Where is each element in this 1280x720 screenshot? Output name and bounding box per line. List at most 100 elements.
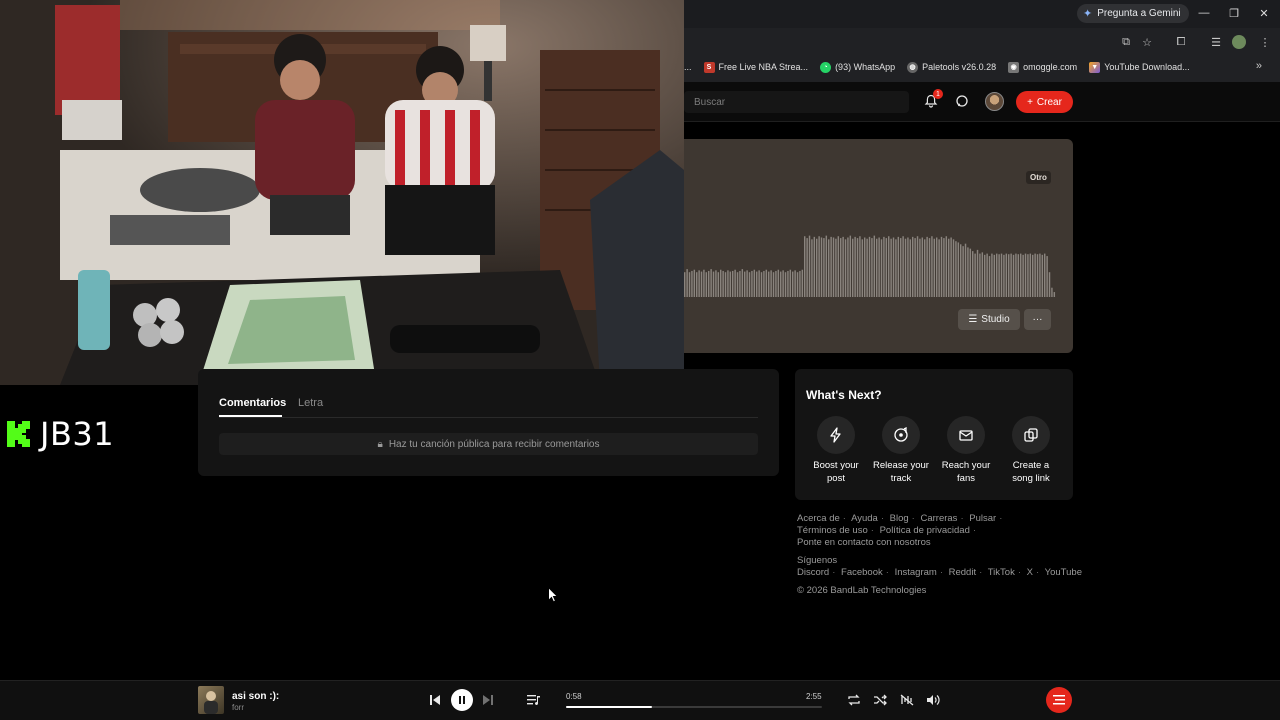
pause-button[interactable] [451, 689, 473, 711]
track-cover[interactable] [198, 686, 224, 714]
waveform-bar [964, 243, 967, 297]
waveform-bar [717, 272, 720, 297]
footer-link[interactable]: Política de privacidad [880, 525, 970, 536]
progress-fill [566, 706, 652, 708]
profile-avatar-icon[interactable] [1232, 35, 1246, 49]
waveform-bar [974, 253, 976, 297]
search-input[interactable]: Buscar [684, 91, 909, 113]
social-link[interactable]: Facebook [841, 567, 883, 578]
previous-icon[interactable] [425, 690, 445, 710]
waveform-bar [729, 271, 732, 297]
bookmark-item[interactable]: ◉ omoggle.com [1008, 61, 1077, 73]
waveform-bar [878, 237, 880, 297]
boost-post-action[interactable]: Boost your post [803, 416, 869, 485]
waveform-bar [1020, 253, 1022, 297]
waveform[interactable] [684, 235, 1056, 297]
social-link[interactable]: YouTube [1045, 567, 1082, 578]
waveform-bar [710, 269, 712, 297]
gemini-button[interactable]: ✦ Pregunta a Gemini [1077, 4, 1189, 23]
kick-logo-icon [7, 421, 30, 447]
waveform-bar [691, 270, 693, 297]
waveform-bar [811, 239, 813, 297]
footer-link[interactable]: Blog [890, 513, 909, 524]
waveform-bar [996, 253, 998, 297]
progress-bar[interactable] [566, 706, 822, 708]
bookmark-star-icon[interactable]: ☆ [1138, 33, 1156, 51]
waveform-bar [806, 238, 808, 297]
footer-link[interactable]: Ponte en contacto con nosotros [797, 537, 931, 548]
bookmark-item[interactable]: ▼ YouTube Download... [1089, 61, 1190, 73]
waveform-bar [854, 236, 856, 297]
player-menu-button[interactable] [1046, 687, 1072, 713]
waveform-bar [715, 270, 717, 297]
bookmark-item[interactable]: S Free Live NBA Strea... [703, 61, 808, 73]
kebab-menu-icon[interactable]: ⋮ [1256, 33, 1274, 51]
release-icon [882, 416, 920, 454]
footer-link[interactable]: Pulsar [969, 513, 996, 524]
bookmark-overflow-left[interactable]: ... [684, 62, 692, 72]
waveform-bar [804, 236, 806, 297]
waveform-bar [948, 238, 950, 297]
autoplay-off-icon[interactable] [897, 690, 917, 710]
waveform-bar [823, 238, 825, 297]
waveform-bar [789, 269, 792, 297]
waveform-bar [753, 269, 756, 297]
waveform-bar [1051, 287, 1053, 297]
waveform-bar [907, 237, 909, 297]
next-icon[interactable] [478, 690, 498, 710]
footer-link[interactable]: Carreras [920, 513, 957, 524]
reading-list-icon[interactable]: ☰ [1207, 33, 1225, 51]
volume-icon[interactable] [923, 690, 943, 710]
tab-comments[interactable]: Comentarios [219, 397, 286, 409]
bookmarks-more-icon[interactable]: » [1256, 60, 1262, 72]
footer-link[interactable]: Ayuda [851, 513, 878, 524]
waveform-bar [727, 270, 729, 297]
waveform-bar [945, 236, 948, 297]
public-song-notice: 🔒︎ Haz tu canción pública para recibir c… [219, 433, 758, 455]
waveform-bar [912, 236, 914, 297]
bookmark-item[interactable]: ◍ Paletools v26.0.28 [907, 61, 996, 73]
footer-link[interactable]: Términos de uso [797, 525, 868, 536]
streamer-tag: JB31 [6, 415, 114, 453]
shuffle-icon[interactable] [870, 690, 890, 710]
restore-icon[interactable]: ❐ [1224, 4, 1244, 22]
waveform-bar [880, 239, 883, 297]
social-link[interactable]: Reddit [949, 567, 976, 578]
extensions-icon[interactable]: ⧠ [1172, 33, 1190, 51]
reach-fans-action[interactable]: Reach your fans [933, 416, 999, 485]
follow-us-label: Síguenos [797, 555, 838, 566]
create-song-link-action[interactable]: Create a song link [998, 416, 1064, 485]
footer-link[interactable]: Acerca de [797, 513, 840, 524]
paletools-icon: ◍ [907, 61, 919, 73]
user-avatar[interactable] [985, 92, 1004, 111]
waveform-bar [686, 269, 688, 297]
waveform-bar [768, 271, 770, 297]
bookmark-item[interactable]: ◔ (93) WhatsApp [820, 61, 895, 73]
social-link[interactable]: Instagram [895, 567, 937, 578]
queue-icon[interactable] [524, 690, 544, 710]
active-tab-indicator [219, 415, 282, 417]
pause-icon [459, 696, 465, 704]
waveform-bar [876, 238, 878, 297]
studio-button[interactable]: ☰ Studio [958, 309, 1020, 330]
repeat-icon[interactable] [844, 690, 864, 710]
tab-lyrics[interactable]: Letra [298, 397, 323, 409]
social-link[interactable]: TikTok [988, 567, 1015, 578]
waveform-bar [770, 270, 772, 297]
waveform-bar [830, 236, 832, 297]
waveform-bar [864, 237, 866, 297]
minimize-icon[interactable]: — [1194, 4, 1214, 22]
close-icon[interactable]: ✕ [1254, 4, 1274, 22]
cast-icon[interactable]: ⧉ [1117, 33, 1135, 51]
waveform-bar [979, 253, 981, 297]
release-track-action[interactable]: Release your track [868, 416, 934, 485]
social-link[interactable]: Discord [797, 567, 829, 578]
song-title[interactable]: asi son :): [232, 691, 279, 702]
waveform-bar [897, 236, 900, 297]
plus-icon: + [1027, 96, 1033, 108]
song-artist[interactable]: forr [232, 703, 244, 712]
create-button[interactable]: + Crear [1016, 91, 1073, 113]
menu-icon [1053, 695, 1065, 705]
more-options-button[interactable]: ··· [1024, 309, 1051, 330]
messages-icon[interactable] [955, 94, 969, 108]
